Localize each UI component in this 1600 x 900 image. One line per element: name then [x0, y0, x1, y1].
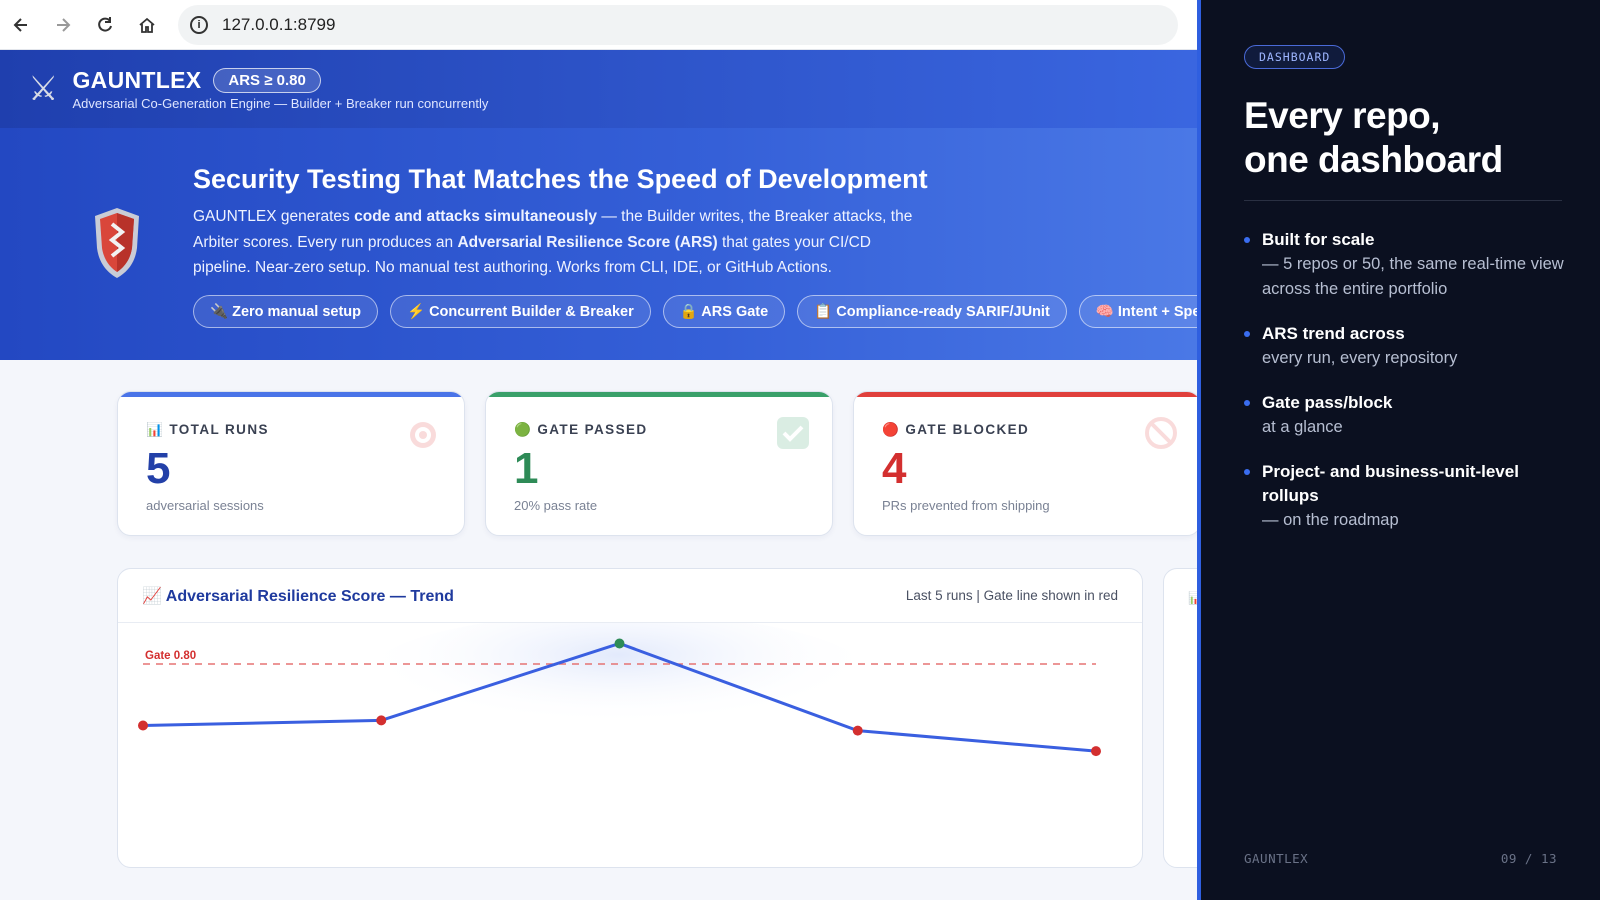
card-total-runs: 📊 TOTAL RUNS 5 adversarial sessions: [117, 391, 465, 536]
bullet-heading: Project- and business-unit-level rollups: [1262, 462, 1519, 505]
bar-chart-icon: 📊: [146, 422, 165, 437]
hero-text-1: GAUNTLEX generates: [193, 208, 355, 225]
data-point-3: [614, 638, 625, 649]
target-icon: [410, 422, 436, 448]
card-value: 4: [882, 444, 907, 493]
section-tag: DASHBOARD: [1244, 45, 1346, 69]
bullet-heading: Built for scale: [1262, 230, 1375, 249]
bullet-item: Project- and business-unit-level rollups…: [1244, 460, 1574, 533]
chart-header: 📈 Adversarial Resilience Score — Trend L…: [118, 569, 1142, 623]
pill-compliance: 📋 Compliance-ready SARIF/JUnit: [797, 295, 1067, 328]
card-gate-passed: 🟢 GATE PASSED 1 20% pass rate: [485, 391, 833, 536]
crossed-swords-icon: ⚔: [28, 70, 59, 108]
reload-icon[interactable]: [84, 4, 126, 46]
hero-title: Security Testing That Matches the Speed …: [193, 164, 928, 194]
card-label: 🔴 GATE BLOCKED: [882, 422, 1029, 438]
slide-title-line-2: one dashboard: [1244, 139, 1503, 180]
bullet-heading: Gate pass/block: [1262, 393, 1393, 412]
app-header: ⚔ GAUNTLEX ARS ≥ 0.80 Adversarial Co-Gen…: [0, 50, 1197, 128]
feature-pills: 🔌 Zero manual setup ⚡ Concurrent Builder…: [193, 295, 1197, 328]
checkmark-icon: [777, 417, 809, 449]
hero-bold-1: code and attacks simultaneously: [354, 208, 598, 225]
hero-description: GAUNTLEX generates code and attacks simu…: [193, 204, 933, 281]
address-bar[interactable]: i 127.0.0.1:8799: [178, 4, 1178, 45]
pill-ars-gate: 🔒 ARS Gate: [662, 295, 786, 328]
browser-window: i 127.0.0.1:8799 ⚔ GAUNTLEX ARS ≥ 0.80 A…: [0, 0, 1197, 900]
secondary-panel: 📊: [1163, 568, 1197, 868]
data-point-2: [376, 715, 387, 726]
hero-bold-2: Adversarial Resilience Score (ARS): [457, 233, 718, 251]
ars-trend-panel: 📈 Adversarial Resilience Score — Trend L…: [117, 568, 1143, 868]
card-gate-blocked: 🔴 GATE BLOCKED 4 PRs prevented from ship…: [853, 391, 1197, 536]
footer-brand: GAUNTLEX: [1244, 851, 1309, 866]
data-point-5: [1091, 746, 1101, 757]
card-description: 20% pass rate: [514, 498, 598, 513]
stat-cards: 📊 TOTAL RUNS 5 adversarial sessions 🟢 GA…: [117, 391, 1197, 536]
card-label: 📊 TOTAL RUNS: [146, 422, 269, 438]
gate-label: Gate 0.80: [145, 650, 196, 662]
pill-intent: 🧠 Intent + Spe: [1078, 295, 1197, 328]
bullet-detail: — on the roadmap: [1262, 511, 1399, 529]
home-icon[interactable]: [126, 4, 168, 46]
trend-chart: Gate 0.80: [138, 623, 1101, 757]
card-description: adversarial sessions: [146, 498, 264, 513]
card-label-text: GATE PASSED: [537, 422, 648, 437]
chart-meta: Last 5 runs | Gate line shown in red: [905, 588, 1118, 603]
bullet-item: ARS trend across every run, every reposit…: [1244, 322, 1574, 371]
card-label: 🟢 GATE PASSED: [514, 422, 648, 438]
slide-title-line-1: Every repo,: [1244, 95, 1441, 136]
card-description: PRs prevented from shipping: [882, 498, 1050, 513]
bullet-detail: — 5 repos or 50, the same real-time view…: [1262, 255, 1564, 298]
pill-concurrent: ⚡ Concurrent Builder & Breaker: [390, 295, 651, 328]
card-label-text: GATE BLOCKED: [905, 422, 1030, 437]
bullet-item: Built for scale — 5 repos or 50, the same…: [1244, 228, 1574, 302]
bullet-detail: at a glance: [1262, 418, 1343, 436]
forward-arrow-icon[interactable]: [42, 4, 84, 46]
bullet-detail: every run, every repository: [1262, 349, 1458, 367]
pill-zero-setup: 🔌 Zero manual setup: [193, 295, 378, 328]
slide-counter: 09 / 13: [1500, 851, 1557, 866]
card-accent-bar: [486, 392, 832, 397]
card-accent-bar: [118, 392, 464, 397]
url-text: 127.0.0.1:8799: [222, 14, 336, 34]
data-point-1: [138, 720, 148, 731]
red-dot-icon: 🔴: [882, 422, 901, 437]
data-point-4: [852, 725, 863, 736]
prohibited-icon: [1145, 417, 1177, 449]
ars-threshold-badge: ARS ≥ 0.80: [213, 68, 321, 93]
card-value: 5: [146, 444, 171, 493]
presentation-slide: DASHBOARD Every repo, one dashboard Built…: [1197, 0, 1600, 900]
bar-chart-icon: 📊: [1188, 591, 1197, 605]
info-icon[interactable]: i: [190, 15, 208, 34]
divider: [1244, 200, 1562, 201]
bullet-heading: ARS trend across: [1262, 324, 1405, 343]
browser-toolbar: i 127.0.0.1:8799: [0, 0, 1197, 50]
bullet-item: Gate pass/block at a glance: [1244, 391, 1574, 440]
slide-title: Every repo, one dashboard: [1244, 94, 1503, 182]
shield-icon: [95, 208, 139, 278]
card-label-text: TOTAL RUNS: [169, 422, 269, 437]
app-subtitle: Adversarial Co-Generation Engine — Build…: [72, 96, 489, 111]
hero-section: Security Testing That Matches the Speed …: [0, 128, 1197, 360]
bullet-list: Built for scale — 5 repos or 50, the same…: [1244, 228, 1574, 553]
brand-name: GAUNTLEX: [72, 67, 202, 93]
green-dot-icon: 🟢: [514, 422, 533, 437]
chart-title: 📈 Adversarial Resilience Score — Trend: [142, 587, 454, 605]
back-arrow-icon[interactable]: [0, 4, 42, 46]
card-accent-bar: [854, 392, 1197, 397]
card-value: 1: [514, 444, 539, 493]
